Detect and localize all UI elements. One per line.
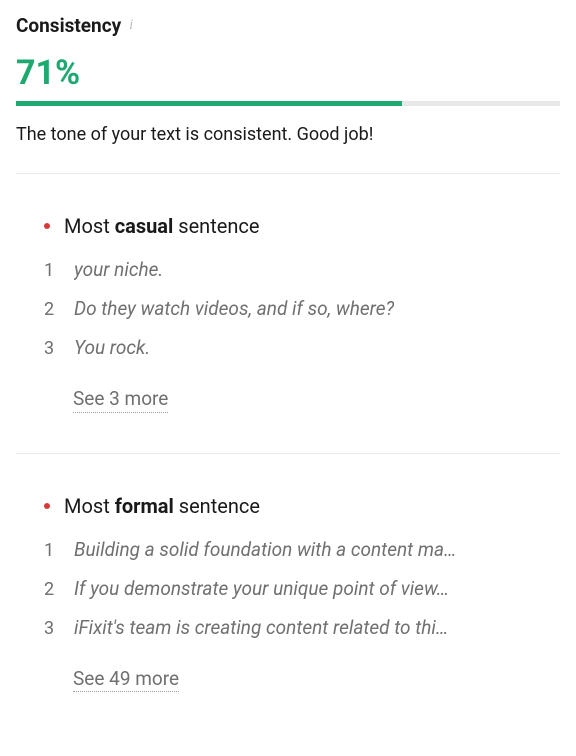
dot-icon bbox=[44, 223, 50, 229]
formal-heading: Most formal sentence bbox=[16, 494, 560, 518]
heading-bold: formal bbox=[115, 494, 174, 518]
progress-bar bbox=[16, 101, 560, 106]
heading-suffix: sentence bbox=[173, 214, 259, 238]
list-item: 1 your niche. bbox=[44, 258, 560, 281]
list-sentence: If you demonstrate your unique point of … bbox=[74, 577, 449, 600]
list-item: 3 iFixit's team is creating content rela… bbox=[44, 616, 560, 639]
list-item: 2 If you demonstrate your unique point o… bbox=[44, 577, 560, 600]
list-sentence: Do they watch videos, and if so, where? bbox=[74, 297, 394, 320]
list-item: 2 Do they watch videos, and if so, where… bbox=[44, 297, 560, 320]
casual-heading: Most casual sentence bbox=[16, 214, 560, 238]
list-sentence: your niche. bbox=[74, 258, 163, 281]
list-num: 2 bbox=[44, 299, 58, 320]
list-num: 3 bbox=[44, 338, 58, 359]
page-title: Consistency bbox=[16, 14, 121, 37]
see-more-casual-button[interactable]: See 3 more bbox=[73, 387, 168, 413]
list-num: 1 bbox=[44, 260, 58, 281]
divider bbox=[16, 453, 560, 454]
casual-list: 1 your niche. 2 Do they watch videos, an… bbox=[16, 258, 560, 359]
formal-list: 1 Building a solid foundation with a con… bbox=[16, 538, 560, 639]
dot-icon bbox=[44, 503, 50, 509]
list-item: 1 Building a solid foundation with a con… bbox=[44, 538, 560, 561]
consistency-percent: 71% bbox=[16, 53, 560, 93]
progress-fill bbox=[16, 101, 402, 106]
formal-heading-text: Most formal sentence bbox=[64, 494, 260, 518]
list-sentence: iFixit's team is creating content relate… bbox=[74, 616, 448, 639]
divider bbox=[16, 173, 560, 174]
list-num: 3 bbox=[44, 618, 58, 639]
see-more-formal-button[interactable]: See 49 more bbox=[73, 667, 179, 693]
list-num: 1 bbox=[44, 540, 58, 561]
heading-prefix: Most bbox=[64, 494, 115, 518]
heading-suffix: sentence bbox=[174, 494, 260, 518]
casual-heading-text: Most casual sentence bbox=[64, 214, 260, 238]
heading-prefix: Most bbox=[64, 214, 115, 238]
heading-bold: casual bbox=[115, 214, 174, 238]
list-item: 3 You rock. bbox=[44, 336, 560, 359]
list-num: 2 bbox=[44, 579, 58, 600]
list-sentence: You rock. bbox=[74, 336, 150, 359]
consistency-description: The tone of your text is consistent. Goo… bbox=[16, 124, 560, 145]
list-sentence: Building a solid foundation with a conte… bbox=[74, 538, 456, 561]
info-icon[interactable]: i bbox=[129, 18, 133, 33]
